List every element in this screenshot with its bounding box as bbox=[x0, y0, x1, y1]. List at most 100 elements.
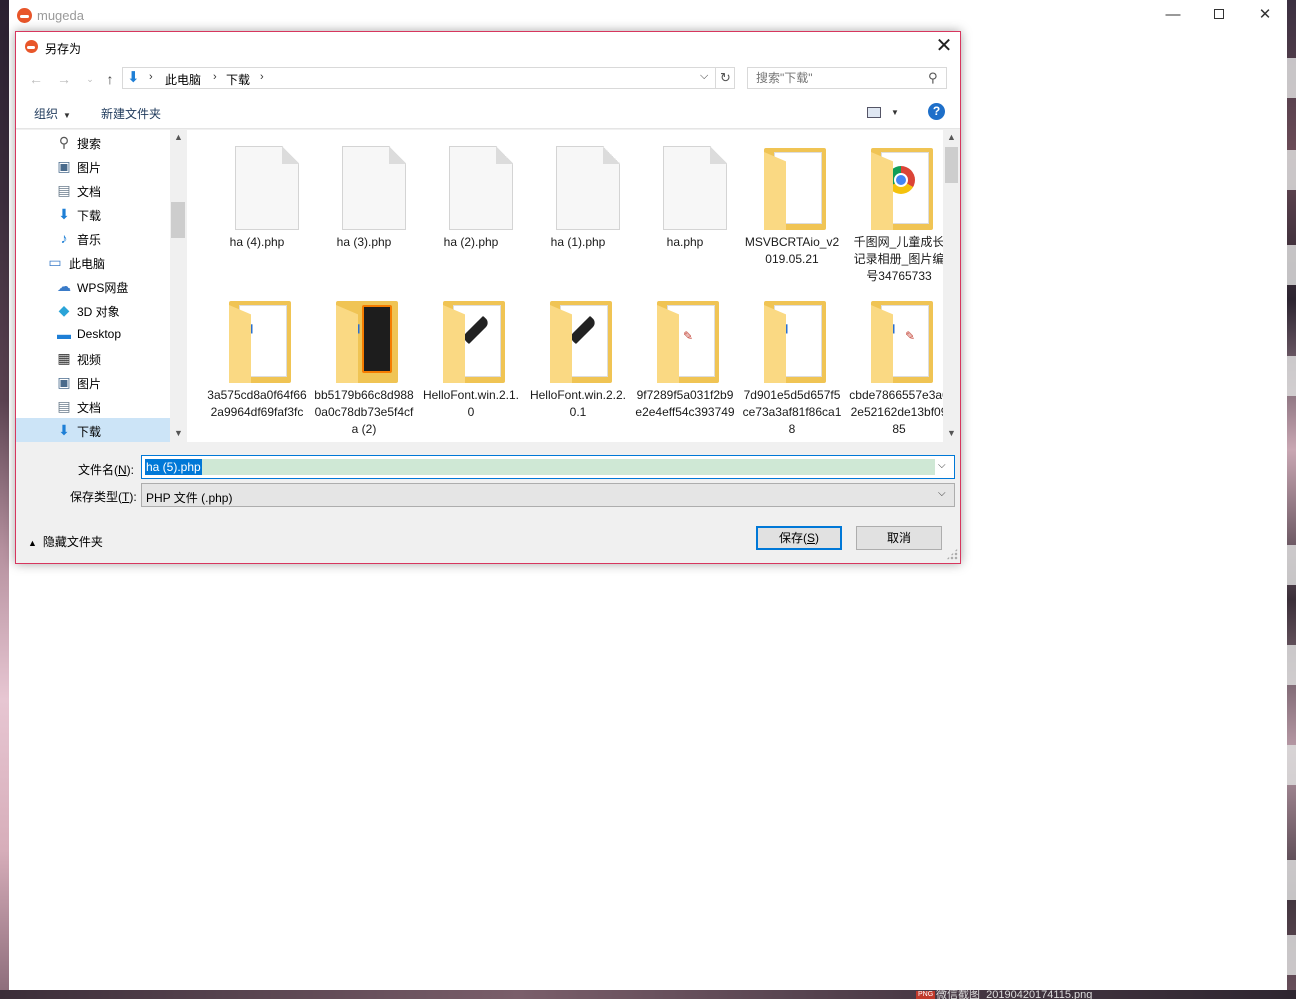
scroll-up-icon[interactable]: ▲ bbox=[170, 132, 187, 142]
breadcrumb-separator[interactable]: › bbox=[260, 71, 264, 83]
file-item[interactable]: ha (3).php bbox=[312, 130, 416, 280]
folder-item[interactable]: 千图网_儿童成长记录相册_图片编号34765733 bbox=[847, 130, 943, 283]
up-button[interactable]: ↑ bbox=[100, 70, 120, 88]
maximize-button[interactable] bbox=[1196, 0, 1242, 31]
file-name: 3a575cd8a0f64f662a9964df69faf3fc bbox=[207, 388, 307, 419]
file-item[interactable]: ha.php bbox=[633, 130, 737, 280]
nav-item-desktop[interactable]: ▬ Desktop bbox=[16, 322, 170, 346]
hide-folders-label: 隐藏文件夹 bbox=[42, 535, 103, 549]
chevron-down-icon[interactable]: ⌵ bbox=[700, 70, 708, 83]
nav-item-label: 文档 bbox=[77, 185, 102, 199]
breadcrumb-this-pc[interactable]: 此电脑 bbox=[165, 71, 201, 88]
cancel-button[interactable]: 取消 bbox=[856, 526, 942, 550]
nav-item-search[interactable]: ⚲ 搜索 bbox=[16, 130, 170, 154]
file-scrollbar[interactable]: ▲ ▼ bbox=[943, 130, 960, 442]
hide-folders-toggle[interactable]: ▲ 隐藏文件夹 bbox=[28, 533, 103, 550]
filename-value[interactable]: ha (5).php bbox=[145, 459, 202, 475]
file-name: cbde7866557e3a62e52162de13bf0985 bbox=[849, 388, 943, 436]
folder-item[interactable]: ✎ 9f7289f5a031f2b9e2e4eff54c393749 bbox=[633, 283, 737, 433]
desktop-background-left bbox=[0, 0, 9, 999]
file-name: 7d901e5d5d657f5ce73a3af81f86ca18 bbox=[742, 388, 842, 436]
caret-down-icon: ▼ bbox=[63, 111, 71, 120]
pictures-icon: ▣ bbox=[57, 158, 71, 174]
search-icon: ⚲ bbox=[58, 134, 70, 150]
search-box: ⚲ bbox=[747, 67, 947, 89]
nav-item-label: 搜索 bbox=[77, 137, 102, 151]
nav-item-label: WPS网盘 bbox=[77, 281, 129, 295]
breadcrumb-downloads[interactable]: 下载 bbox=[226, 71, 250, 88]
nav-item-downloads[interactable]: ⬇ 下载 bbox=[16, 202, 170, 226]
dialog-titlebar: 另存为 ✕ bbox=[16, 32, 960, 61]
save-button[interactable]: 保存(S) bbox=[756, 526, 842, 550]
folder-item[interactable]: HelloFont.win.2.1.0 bbox=[419, 283, 523, 433]
folder-item[interactable]: MSVBCRTAio_v2019.05.21 bbox=[740, 130, 844, 280]
new-folder-button[interactable]: 新建文件夹 bbox=[101, 105, 161, 122]
taskbar-strip: PNG 微信截图_20190420174115.png bbox=[0, 989, 1296, 999]
music-icon: ♪ bbox=[60, 230, 68, 246]
nav-item-pictures[interactable]: ▣ 图片 bbox=[16, 370, 170, 394]
download-icon: ⬇ bbox=[58, 206, 70, 222]
scroll-down-icon[interactable]: ▼ bbox=[943, 428, 960, 438]
nav-item-3d-objects[interactable]: ◆ 3D 对象 bbox=[16, 298, 170, 322]
forward-button[interactable]: → bbox=[54, 70, 74, 88]
document-icon: ▤ bbox=[57, 398, 71, 414]
app-close-button[interactable]: ✕ bbox=[1242, 0, 1288, 31]
file-name: ha (1).php bbox=[550, 235, 606, 249]
nav-item-documents[interactable]: ▤ 文档 bbox=[16, 178, 170, 202]
nav-item-label: 文档 bbox=[77, 401, 102, 415]
back-button[interactable]: ← bbox=[26, 70, 46, 88]
address-bar[interactable]: ⬇ › 此电脑 › 下载 › ⌵ ↻ bbox=[122, 67, 735, 89]
change-view-button[interactable]: ▼ bbox=[867, 105, 901, 121]
video-icon: ▦ bbox=[57, 350, 71, 366]
resize-grip[interactable] bbox=[946, 548, 958, 560]
search-icon[interactable]: ⚲ bbox=[928, 70, 938, 86]
help-button[interactable]: ? bbox=[928, 103, 945, 120]
folder-item[interactable]: HelloFont.win.2.2.0.1 bbox=[526, 283, 630, 433]
chevron-down-icon[interactable]: ⌵ bbox=[938, 460, 946, 471]
minimize-button[interactable]: — bbox=[1150, 0, 1196, 31]
folder-item[interactable]: ▮ 7d901e5d5d657f5ce73a3af81f86ca18 bbox=[740, 283, 844, 436]
folder-item[interactable]: ▮ 3a575cd8a0f64f662a9964df69faf3fc bbox=[205, 283, 309, 433]
nav-item-label: 3D 对象 bbox=[77, 305, 120, 319]
address-row: ← → ⌄ ↑ ⬇ › 此电脑 › 下载 › ⌵ ↻ ⚲ bbox=[16, 61, 960, 97]
nav-item-label: 图片 bbox=[77, 377, 102, 391]
view-icon bbox=[867, 107, 881, 118]
search-input[interactable] bbox=[748, 68, 924, 88]
nav-scrollbar[interactable]: ▲ ▼ bbox=[170, 130, 187, 442]
chevron-down-icon[interactable]: ⌵ bbox=[938, 488, 946, 499]
nav-item-this-pc[interactable]: ▭ 此电脑 bbox=[16, 250, 170, 274]
folder-icon bbox=[546, 295, 612, 383]
folder-icon bbox=[439, 295, 505, 383]
folder-item[interactable]: ▮✎ cbde7866557e3a62e52162de13bf0985 bbox=[847, 283, 943, 436]
scroll-thumb[interactable] bbox=[171, 202, 185, 238]
file-name: ha (3).php bbox=[336, 235, 392, 249]
nav-item-videos[interactable]: ▦ 视频 bbox=[16, 346, 170, 370]
dialog-title: 另存为 bbox=[45, 42, 82, 56]
breadcrumb-separator[interactable]: › bbox=[213, 71, 217, 83]
nav-item-downloads[interactable]: ⬇ 下载 bbox=[16, 418, 170, 442]
file-item[interactable]: ha (1).php bbox=[526, 130, 630, 280]
scroll-down-icon[interactable]: ▼ bbox=[170, 428, 187, 438]
scroll-thumb[interactable] bbox=[945, 147, 958, 183]
filetype-select[interactable]: PHP 文件 (.php) ⌵ bbox=[141, 483, 955, 507]
dialog-close-button[interactable]: ✕ bbox=[927, 32, 961, 61]
app-titlebar: mugeda — ✕ bbox=[9, 0, 1287, 31]
nav-item-pictures[interactable]: ▣ 图片 bbox=[16, 154, 170, 178]
file-name: 9f7289f5a031f2b9e2e4eff54c393749 bbox=[635, 388, 735, 419]
php-file-icon bbox=[546, 142, 620, 230]
folder-icon: ▮ bbox=[225, 295, 291, 383]
nav-item-music[interactable]: ♪ 音乐 bbox=[16, 226, 170, 250]
file-item[interactable]: ha (4).php bbox=[205, 130, 309, 280]
folder-icon: ✎ bbox=[653, 295, 719, 383]
folder-item[interactable]: ▮ bb5179b66c8d9880a0c78db73e5f4cfa (2) bbox=[312, 283, 416, 436]
organize-button[interactable]: 组织 ▼ bbox=[34, 105, 71, 122]
breadcrumb-separator[interactable]: › bbox=[149, 71, 153, 83]
file-name: ha (2).php bbox=[443, 235, 499, 249]
filename-input[interactable]: ha (5).php ⌵ bbox=[141, 455, 955, 479]
scroll-up-icon[interactable]: ▲ bbox=[943, 132, 960, 142]
nav-item-wps-cloud[interactable]: ☁ WPS网盘 bbox=[16, 274, 170, 298]
refresh-button[interactable]: ↻ bbox=[715, 68, 735, 88]
nav-item-documents[interactable]: ▤ 文档 bbox=[16, 394, 170, 418]
recent-locations-button[interactable]: ⌄ bbox=[80, 70, 100, 88]
file-item[interactable]: ha (2).php bbox=[419, 130, 523, 280]
